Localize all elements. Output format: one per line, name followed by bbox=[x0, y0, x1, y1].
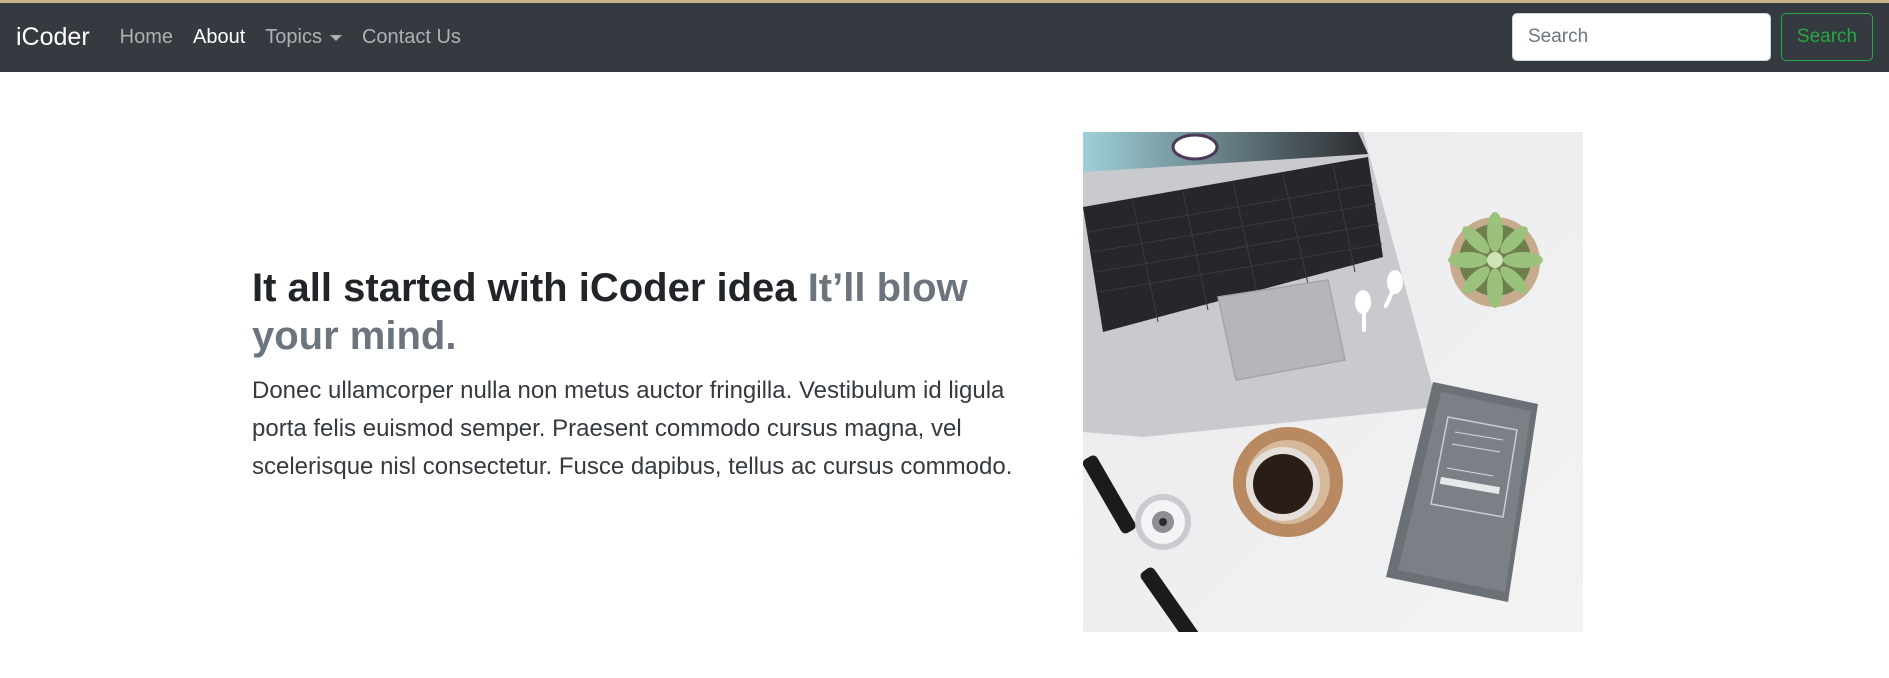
nav-topics-label: Topics bbox=[265, 26, 322, 48]
nav-about[interactable]: About bbox=[193, 26, 245, 49]
navbar: iCoder Home About Topics Contact Us Sear… bbox=[0, 3, 1889, 72]
search-button[interactable]: Search bbox=[1781, 13, 1873, 61]
featurette-heading: It all started with iCoder idea It’ll bl… bbox=[252, 264, 1052, 360]
brand-logo[interactable]: iCoder bbox=[16, 23, 90, 52]
desk-photo bbox=[1083, 132, 1583, 632]
featurette-lead: Donec ullamcorper nulla non metus auctor… bbox=[252, 377, 1013, 480]
caret-down-icon bbox=[329, 34, 342, 41]
coffee-cup-illustration bbox=[1233, 427, 1343, 537]
heading-main-text: It all started with iCoder idea bbox=[252, 266, 797, 310]
nav-topics-dropdown[interactable]: Topics bbox=[265, 26, 342, 49]
search-input[interactable] bbox=[1512, 13, 1771, 61]
nav-contact-us[interactable]: Contact Us bbox=[362, 26, 461, 49]
search-form: Search bbox=[1512, 13, 1873, 61]
nav-home[interactable]: Home bbox=[120, 26, 173, 49]
featurette-text: It all started with iCoder idea It’ll bl… bbox=[252, 264, 1052, 486]
